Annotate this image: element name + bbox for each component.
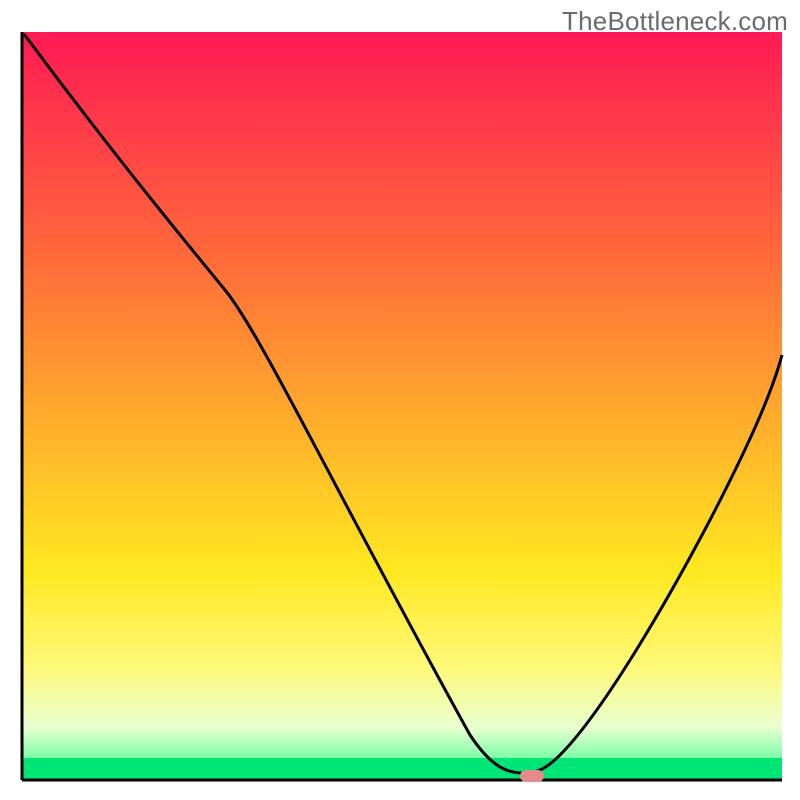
optimal-marker (520, 770, 544, 782)
chart-svg (0, 0, 800, 800)
green-band (22, 758, 782, 780)
plot-background (22, 32, 782, 780)
watermark-text: TheBottleneck.com (562, 6, 788, 37)
chart-container: TheBottleneck.com (0, 0, 800, 800)
